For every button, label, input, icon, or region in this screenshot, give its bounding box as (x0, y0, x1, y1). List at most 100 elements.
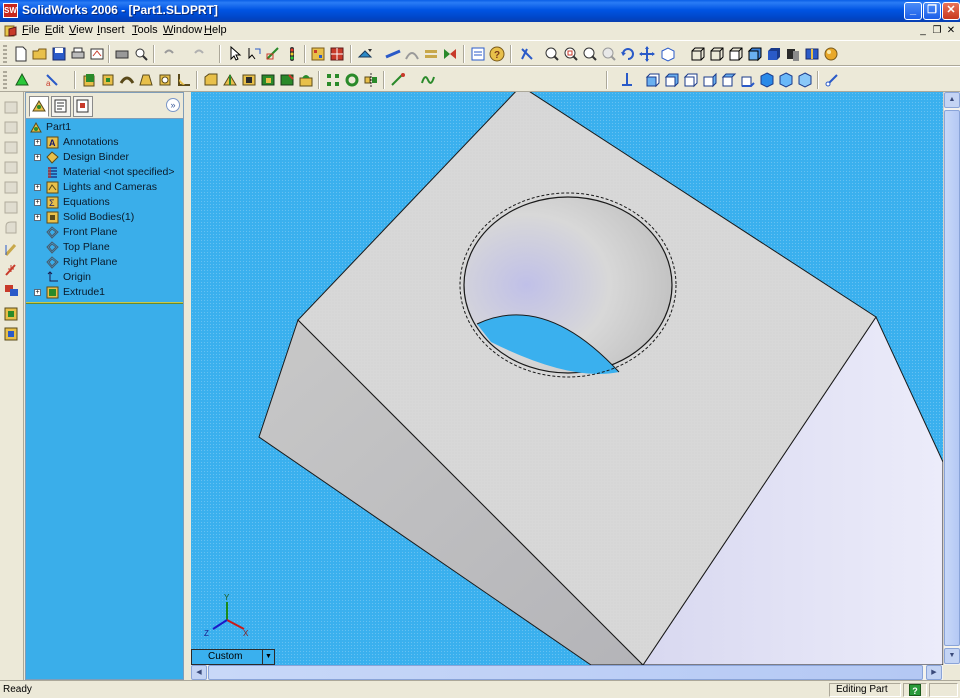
menu-edit[interactable]: Edit (45, 24, 64, 36)
vertical-scroll-thumb[interactable] (944, 110, 960, 646)
measure-icon[interactable] (384, 45, 402, 63)
tree-item-material[interactable]: Material <not specified> (26, 165, 183, 180)
pan-icon[interactable] (638, 45, 656, 63)
expand-toggle[interactable]: + (34, 214, 41, 221)
trimetric-view-icon[interactable] (777, 71, 795, 89)
options-icon[interactable] (309, 45, 327, 63)
right-view-icon[interactable] (701, 71, 719, 89)
shaded-with-edges-icon[interactable] (746, 45, 764, 63)
save-icon[interactable] (50, 45, 68, 63)
chamfer-icon[interactable] (202, 71, 220, 89)
menu-insert[interactable]: Insert (97, 24, 125, 36)
previous-view-icon[interactable] (518, 45, 536, 63)
tree-item-lights-cameras[interactable]: + Lights and Cameras (26, 180, 183, 195)
mass-properties-icon[interactable] (403, 45, 421, 63)
bottom-view-icon[interactable] (739, 71, 757, 89)
solidworks-app-icon[interactable]: SW (3, 3, 18, 18)
tree-item-extrude1[interactable]: + Extrude1 (26, 285, 183, 300)
collapse-panel-button[interactable]: » (166, 98, 180, 112)
expand-toggle[interactable]: + (34, 289, 41, 296)
menu-help[interactable]: Help (204, 24, 227, 36)
normal-to-icon[interactable] (618, 71, 636, 89)
extrude-strip-icon[interactable] (3, 306, 20, 322)
section-properties-icon[interactable] (422, 45, 440, 63)
wireframe-icon[interactable] (689, 45, 707, 63)
fillet-icon[interactable] (175, 71, 193, 89)
rotate-view-icon[interactable] (619, 45, 637, 63)
tree-item-design-binder[interactable]: + Design Binder (26, 150, 183, 165)
menu-window[interactable]: Window (163, 24, 202, 36)
tree-item-equations[interactable]: + Σ Equations (26, 195, 183, 210)
document-menu-icon[interactable] (4, 24, 18, 38)
expand-toggle[interactable]: + (34, 199, 41, 206)
view-orientation-dropdown[interactable]: Custom ▼ (191, 649, 275, 665)
properties-icon[interactable] (469, 45, 487, 63)
instant-3d-icon[interactable] (356, 45, 374, 63)
toolbar-grip[interactable] (3, 45, 7, 63)
curves-icon[interactable] (419, 71, 437, 89)
undo-icon[interactable] (160, 45, 178, 63)
preview-zoom-icon[interactable] (132, 45, 150, 63)
tab-property-manager[interactable] (51, 96, 71, 117)
scroll-right-icon[interactable]: ▶ (926, 665, 942, 680)
close-button[interactable]: ✕ (942, 2, 960, 20)
zoom-in-out-icon[interactable] (581, 45, 599, 63)
toolbar-grip[interactable] (3, 71, 7, 89)
back-view-icon[interactable] (663, 71, 681, 89)
top-view-icon[interactable] (720, 71, 738, 89)
strip-tool-6-icon[interactable] (3, 200, 20, 216)
new-document-icon[interactable] (12, 45, 30, 63)
dimetric-view-icon[interactable] (796, 71, 814, 89)
shadows-icon[interactable] (784, 45, 802, 63)
mirror-icon[interactable] (362, 71, 380, 89)
strip-tool-3-icon[interactable] (3, 140, 20, 156)
tree-item-top-plane[interactable]: Top Plane (26, 240, 183, 255)
tab-configuration-manager[interactable] (73, 96, 93, 117)
select-other-icon[interactable] (245, 45, 263, 63)
horizontal-scroll-thumb[interactable] (208, 665, 923, 680)
select-arrow-icon[interactable] (226, 45, 244, 63)
print-preview-icon[interactable] (113, 45, 131, 63)
view-selector-icon[interactable] (823, 71, 841, 89)
cut-strip-icon[interactable] (3, 326, 20, 342)
section-view-icon[interactable] (803, 45, 821, 63)
tree-item-solid-bodies[interactable]: + Solid Bodies(1) (26, 210, 183, 225)
loft-icon[interactable] (137, 71, 155, 89)
quick-tips-icon[interactable]: ? (909, 684, 921, 696)
chevron-down-icon[interactable]: ▼ (262, 650, 274, 664)
tree-item-part1[interactable]: Part1 (26, 120, 183, 135)
sketch-entity-icon[interactable] (13, 71, 31, 89)
extruded-cut-icon[interactable] (156, 71, 174, 89)
restore-button[interactable]: ❐ (923, 2, 941, 20)
menu-tools[interactable]: Tools (132, 24, 158, 36)
shaded-icon[interactable] (765, 45, 783, 63)
customize-icon[interactable] (328, 45, 346, 63)
view-orientation-icon[interactable] (659, 45, 677, 63)
horizontal-scrollbar[interactable]: ◀ ▶ (191, 665, 943, 680)
sketch-icon[interactable] (264, 45, 282, 63)
scroll-left-icon[interactable]: ◀ (191, 665, 207, 680)
draft-icon[interactable] (259, 71, 277, 89)
rollback-bar[interactable] (26, 302, 183, 304)
menu-file[interactable]: File (22, 24, 40, 36)
hidden-lines-visible-icon[interactable] (708, 45, 726, 63)
strip-tool-2-icon[interactable] (3, 120, 20, 136)
sketch-pencil-icon[interactable] (3, 242, 20, 258)
front-view-icon[interactable] (644, 71, 662, 89)
strip-tool-7-icon[interactable] (3, 220, 20, 236)
vertical-scrollbar[interactable]: ▲ ▼ (943, 92, 960, 665)
linear-pattern-icon[interactable] (324, 71, 342, 89)
sensors-icon[interactable] (441, 45, 459, 63)
left-view-icon[interactable] (682, 71, 700, 89)
dome-icon[interactable] (297, 71, 315, 89)
expand-toggle[interactable]: + (34, 139, 41, 146)
make-drawing-icon[interactable] (88, 45, 106, 63)
extruded-boss-icon[interactable] (80, 71, 98, 89)
tree-item-front-plane[interactable]: Front Plane (26, 225, 183, 240)
revolved-boss-icon[interactable] (99, 71, 117, 89)
open-folder-icon[interactable] (31, 45, 49, 63)
reference-geometry-icon[interactable] (389, 71, 407, 89)
zoom-to-fit-icon[interactable] (543, 45, 561, 63)
doc-restore-button[interactable]: ❐ (931, 25, 943, 37)
smart-dimension-icon[interactable]: a (43, 71, 61, 89)
